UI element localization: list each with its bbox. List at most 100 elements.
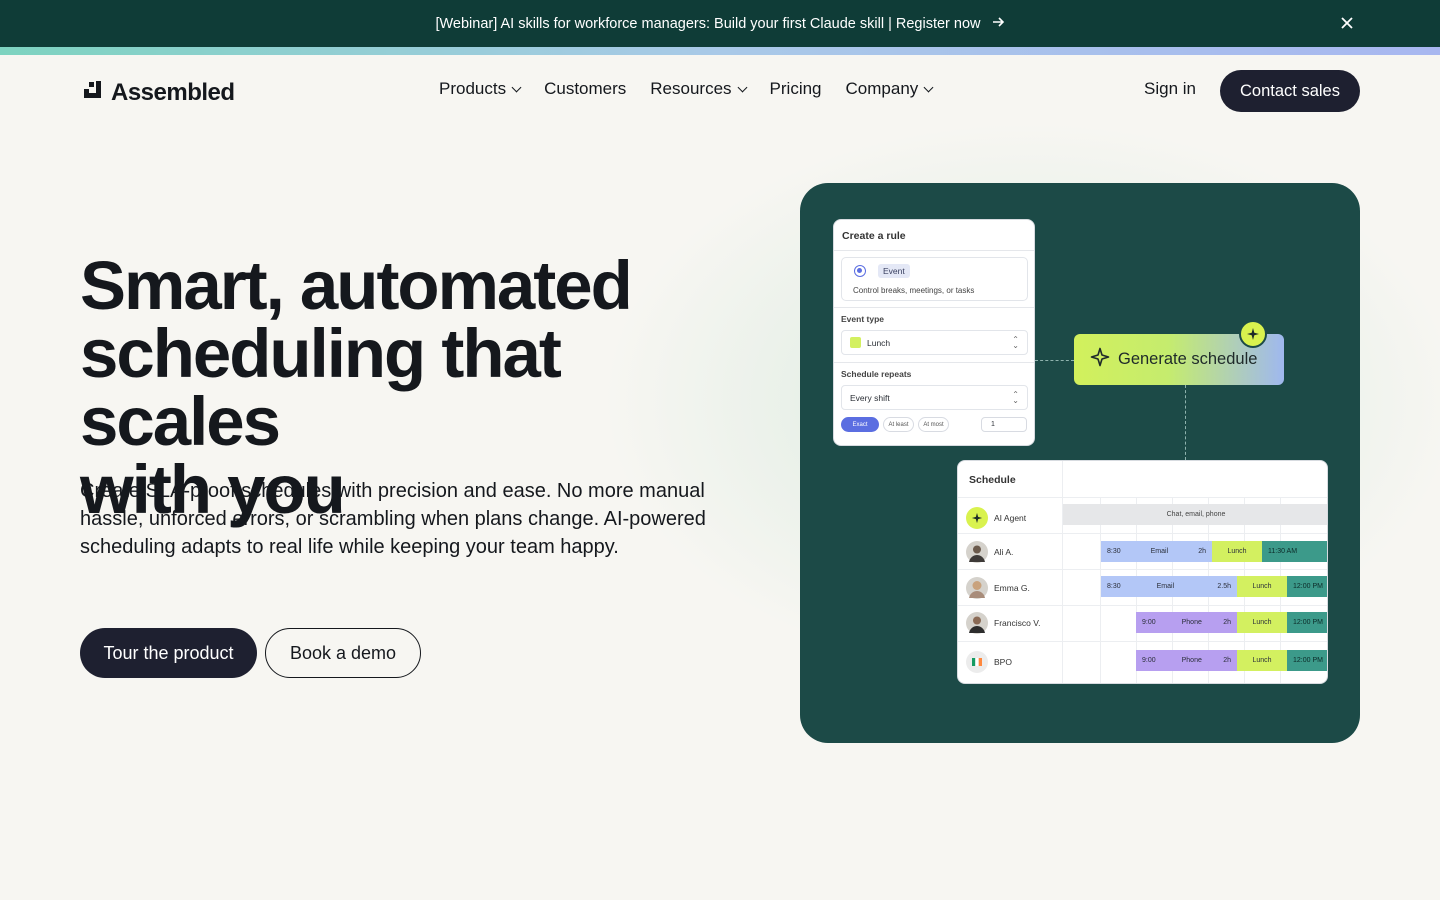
nav-pricing[interactable]: Pricing	[770, 79, 822, 99]
schedule-row-person: Francisco V.	[966, 612, 1040, 634]
connector-line	[1185, 385, 1186, 460]
shift-duration: 2h	[1223, 619, 1231, 626]
lunch-block: Lunch	[1212, 541, 1262, 562]
divider	[834, 362, 1034, 363]
event-type-select: Lunch ⌃ ⌄	[841, 330, 1028, 355]
nav-pricing-label: Pricing	[769, 79, 822, 98]
generate-schedule-label: Generate schedule	[1118, 350, 1258, 368]
schedule-title: Schedule	[969, 474, 1016, 486]
avatar	[966, 577, 988, 599]
sign-in-link[interactable]: Sign in	[1144, 79, 1196, 99]
announcement-banner: [Webinar] AI skills for workforce manage…	[0, 0, 1440, 47]
connector-line	[1035, 360, 1074, 361]
shift-duration: 2h	[1223, 657, 1231, 664]
phone-shift-block: 9:00 Phone 2h	[1136, 612, 1237, 633]
mode-exact: Exact	[841, 417, 879, 432]
grid-line	[1062, 461, 1063, 683]
chevron-down-icon	[511, 82, 522, 92]
schedule-row-bpo: BPO	[966, 651, 1012, 673]
repeats-select: Every shift ⌃ ⌄	[841, 385, 1028, 410]
mode-at-least: At least	[883, 417, 914, 432]
nav-products-label: Products	[439, 79, 507, 98]
hero-title-line: Smart, automated	[80, 247, 633, 324]
repeats-value: Every shift	[850, 392, 890, 403]
next-shift-time: 11:30 AM	[1268, 548, 1298, 555]
phone-shift-block: 9:00 Phone 2h	[1136, 650, 1237, 671]
count-stepper: 1	[981, 417, 1027, 432]
webinar-link[interactable]: [Webinar] AI skills for workforce manage…	[435, 15, 1004, 33]
radio-selected-icon	[854, 265, 866, 277]
rule-panel-title: Create a rule	[834, 220, 1034, 251]
nav-resources-label: Resources	[650, 79, 732, 98]
nav-resources[interactable]: Resources	[650, 79, 747, 99]
shift-start: 9:00	[1142, 657, 1156, 664]
shift-task: Email	[1150, 548, 1169, 555]
count-value: 1	[991, 421, 995, 428]
lunch-label: Lunch	[1227, 548, 1247, 555]
nav-customers[interactable]: Customers	[544, 79, 626, 99]
nav-company[interactable]: Company	[845, 79, 934, 99]
flag-icon	[966, 651, 988, 673]
event-type-value: Lunch	[867, 337, 891, 348]
sparkle-icon	[966, 507, 988, 529]
lunch-color-swatch	[850, 337, 861, 348]
schedule-row-person: Ali A.	[966, 541, 1013, 563]
lunch-block: Lunch	[1237, 612, 1287, 633]
schedule-panel: Schedule AI Agent Ali A. Emma G. Francis…	[957, 460, 1328, 684]
shift-task: Phone	[1181, 657, 1202, 664]
chat-email-phone-block: Chat, email, phone	[1063, 504, 1327, 525]
avatar	[966, 541, 988, 563]
contact-sales-button[interactable]: Contact sales	[1220, 70, 1360, 112]
lunch-label: Lunch	[1252, 583, 1272, 590]
block-label: Chat, email, phone	[1166, 511, 1226, 518]
event-chip: Event	[878, 264, 910, 278]
shift-start: 9:00	[1142, 619, 1156, 626]
next-shift-time: 12:00 PM	[1293, 657, 1323, 664]
email-shift-block: 8:30 Email 2h	[1101, 541, 1212, 562]
hero-title-line: scheduling that scales	[80, 315, 562, 460]
row-name: BPO	[994, 657, 1012, 667]
event-description: Control breaks, meetings, or tasks	[853, 286, 975, 295]
shift-start: 8:30	[1107, 583, 1121, 590]
lunch-label: Lunch	[1252, 619, 1272, 626]
create-rule-panel: Create a rule Event Control breaks, meet…	[833, 219, 1035, 446]
close-icon[interactable]	[1336, 12, 1358, 34]
row-name: Francisco V.	[994, 618, 1041, 628]
nav-products[interactable]: Products	[439, 79, 522, 99]
repeats-label: Schedule repeats	[841, 369, 912, 379]
logo-text: Assembled	[111, 79, 235, 106]
shift-duration: 2h	[1198, 548, 1206, 555]
banner-text: [Webinar] AI skills for workforce manage…	[435, 15, 981, 32]
email-shift-block: 8:30 Email 2.5h	[1101, 576, 1237, 597]
nav-company-label: Company	[845, 79, 919, 98]
lunch-block: Lunch	[1237, 650, 1287, 671]
book-demo-button[interactable]: Book a demo	[265, 628, 421, 678]
avatar	[966, 612, 988, 634]
shift-task: Phone	[1181, 619, 1202, 626]
shift-duration: 2.5h	[1217, 583, 1231, 590]
nav-customers-label: Customers	[544, 79, 627, 98]
logo[interactable]: Assembled	[82, 79, 235, 107]
lunch-label: Lunch	[1252, 657, 1272, 664]
updown-icon: ⌃ ⌄	[1012, 335, 1019, 350]
mode-at-most: At most	[918, 417, 949, 432]
row-name: Emma G.	[994, 583, 1030, 593]
next-shift-block: 12:00 PM	[1287, 650, 1327, 671]
divider	[834, 307, 1034, 308]
gradient-divider	[0, 47, 1440, 55]
next-shift-time: 12:00 PM	[1293, 583, 1323, 590]
mode-pills: Exact At least At most	[841, 417, 949, 432]
next-shift-block: 11:30 AM	[1262, 541, 1327, 562]
grid-line	[958, 497, 1327, 498]
event-type-label: Event type	[841, 314, 884, 324]
grid-line	[958, 605, 1327, 606]
hero-subtitle: Create SLA-proof schedules with precisio…	[80, 480, 706, 558]
updown-icon: ⌃ ⌄	[1012, 390, 1019, 405]
event-option: Event Control breaks, meetings, or tasks	[841, 257, 1028, 301]
sparkle-badge-icon	[1239, 320, 1267, 348]
tour-product-button[interactable]: Tour the product	[80, 628, 257, 678]
row-name: AI Agent	[994, 513, 1027, 523]
next-shift-time: 12:00 PM	[1293, 619, 1323, 626]
logo-mark-icon	[82, 79, 103, 107]
schedule-row-ai-agent: AI Agent	[966, 507, 1026, 529]
